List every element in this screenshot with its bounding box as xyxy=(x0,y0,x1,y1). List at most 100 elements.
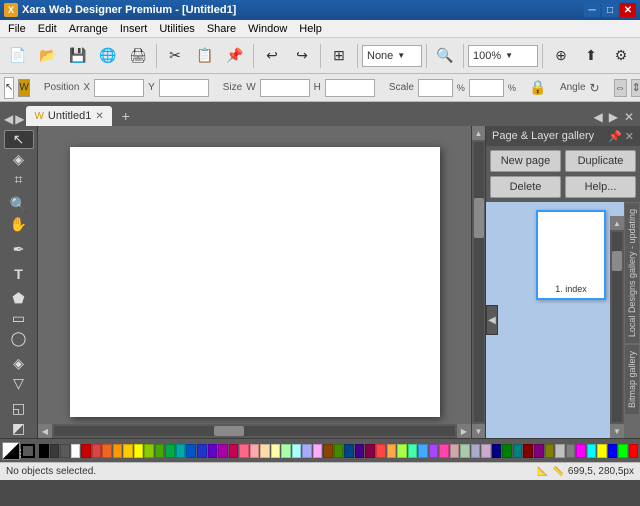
color-swatch[interactable] xyxy=(260,444,270,458)
none-swatch[interactable] xyxy=(2,442,20,460)
color-swatch[interactable] xyxy=(471,444,481,458)
menu-edit[interactable]: Edit xyxy=(32,22,63,36)
delete-button[interactable]: Delete xyxy=(490,176,561,198)
color-swatch[interactable] xyxy=(365,444,375,458)
local-designs-gallery-tab[interactable]: Local Designs gallery - updating xyxy=(625,203,639,343)
x-input[interactable] xyxy=(94,79,144,97)
publish-button[interactable]: 🌐 xyxy=(94,42,122,70)
scale-w-input[interactable] xyxy=(418,79,453,97)
color-swatch[interactable] xyxy=(239,444,249,458)
color-swatch[interactable] xyxy=(197,444,207,458)
tab-panel-left-arrow[interactable]: ◀ xyxy=(591,108,604,126)
menu-file[interactable]: File xyxy=(2,22,32,36)
transparency-tool[interactable]: ▽ xyxy=(4,374,34,393)
tab-nav-right[interactable]: ▶ xyxy=(15,112,24,126)
shadow-tool[interactable]: ◩ xyxy=(4,419,34,438)
color-swatch[interactable] xyxy=(323,444,333,458)
color-swatch[interactable] xyxy=(313,444,323,458)
color-swatch[interactable] xyxy=(186,444,196,458)
color-swatch[interactable] xyxy=(460,444,470,458)
panel-vscroll-down[interactable]: ▼ xyxy=(610,424,624,438)
menu-help[interactable]: Help xyxy=(293,22,328,36)
color-swatch[interactable] xyxy=(102,444,112,458)
panel-vscroll-thumb[interactable] xyxy=(612,251,622,271)
color-swatch[interactable] xyxy=(123,444,133,458)
panel-vscroll[interactable]: ▲ ▼ xyxy=(610,216,624,438)
color-swatch[interactable] xyxy=(218,444,228,458)
tab-untitled1[interactable]: W Untitled1 ✕ xyxy=(26,106,111,126)
color-swatch[interactable] xyxy=(144,444,154,458)
push-tool[interactable]: ✋ xyxy=(4,215,34,234)
color-swatch[interactable] xyxy=(71,444,81,458)
color-swatch[interactable] xyxy=(450,444,460,458)
color-swatch[interactable] xyxy=(50,444,60,458)
transform-button[interactable]: ⊞ xyxy=(325,42,353,70)
fill-tool[interactable]: ◈ xyxy=(4,354,34,373)
color-swatch[interactable] xyxy=(302,444,312,458)
paste-button[interactable]: 📌 xyxy=(221,42,249,70)
maximize-button[interactable]: □ xyxy=(602,3,618,17)
help-button[interactable]: Help... xyxy=(565,176,636,198)
w-input[interactable] xyxy=(260,79,310,97)
color-swatch[interactable] xyxy=(281,444,291,458)
color-swatch[interactable] xyxy=(566,444,576,458)
tab-close-button[interactable]: ✕ xyxy=(95,111,103,122)
h-scroll-track[interactable] xyxy=(54,426,455,436)
v-scrollbar[interactable]: ▲ ▼ xyxy=(471,126,485,438)
color-swatch[interactable] xyxy=(555,444,565,458)
menu-arrange[interactable]: Arrange xyxy=(63,22,114,36)
color-swatch[interactable] xyxy=(355,444,365,458)
color-swatch[interactable] xyxy=(492,444,502,458)
color-swatch[interactable] xyxy=(92,444,102,458)
search-button[interactable]: 🔍 xyxy=(431,42,459,70)
color-swatch[interactable] xyxy=(334,444,344,458)
color-swatch[interactable] xyxy=(113,444,123,458)
color-swatch[interactable] xyxy=(429,444,439,458)
color-swatch[interactable] xyxy=(292,444,302,458)
y-input[interactable] xyxy=(159,79,209,97)
color-swatch[interactable] xyxy=(408,444,418,458)
v-scroll-track[interactable] xyxy=(474,142,484,422)
contour-tool[interactable]: ⌗ xyxy=(4,170,34,189)
color-swatch[interactable] xyxy=(208,444,218,458)
color-swatch[interactable] xyxy=(39,444,49,458)
stop-button[interactable]: ⊕ xyxy=(547,42,575,70)
menu-utilities[interactable]: Utilities xyxy=(153,22,200,36)
export-button[interactable]: ⬆ xyxy=(577,42,605,70)
menu-share[interactable]: Share xyxy=(201,22,242,36)
scale-h-input[interactable] xyxy=(469,79,504,97)
canvas-area[interactable] xyxy=(38,126,471,438)
color-swatch[interactable] xyxy=(618,444,628,458)
color-swatch[interactable] xyxy=(155,444,165,458)
panel-vscroll-up[interactable]: ▲ xyxy=(610,216,624,230)
color-swatch[interactable] xyxy=(576,444,586,458)
print-button[interactable]: 🖨 xyxy=(124,42,152,70)
color-swatch[interactable] xyxy=(597,444,607,458)
tab-panel-right-arrow[interactable]: ▶ xyxy=(607,108,620,126)
color-swatch[interactable] xyxy=(81,444,91,458)
panel-vscroll-track[interactable] xyxy=(612,232,622,422)
close-button[interactable]: ✕ xyxy=(620,3,636,17)
color-swatch[interactable] xyxy=(481,444,491,458)
v-scroll-down[interactable]: ▼ xyxy=(472,424,486,438)
v-scroll-thumb[interactable] xyxy=(474,198,484,238)
color-swatch[interactable] xyxy=(176,444,186,458)
color-swatch[interactable] xyxy=(376,444,386,458)
color-swatch[interactable] xyxy=(629,444,639,458)
color-swatch[interactable] xyxy=(608,444,618,458)
open-button[interactable]: 📂 xyxy=(34,42,62,70)
color-swatch[interactable] xyxy=(439,444,449,458)
color-swatch[interactable] xyxy=(523,444,533,458)
selector-tool-indicator[interactable]: ↖ xyxy=(4,77,14,99)
color-swatch[interactable] xyxy=(397,444,407,458)
bitmap-gallery-tab[interactable]: Bitmap gallery xyxy=(625,345,639,414)
add-tab-button[interactable]: + xyxy=(116,106,136,126)
zoom-dropdown[interactable]: 100% ▼ xyxy=(468,45,538,67)
v-scroll-up[interactable]: ▲ xyxy=(472,126,486,140)
angle-icon[interactable]: ↻ xyxy=(590,79,600,97)
text-tool[interactable]: T xyxy=(4,265,34,283)
options-button[interactable]: ⚙ xyxy=(607,42,635,70)
panel-collapse-arrow[interactable]: ◀ xyxy=(486,305,498,335)
color-swatch[interactable] xyxy=(134,444,144,458)
undo-button[interactable]: ↩ xyxy=(258,42,286,70)
